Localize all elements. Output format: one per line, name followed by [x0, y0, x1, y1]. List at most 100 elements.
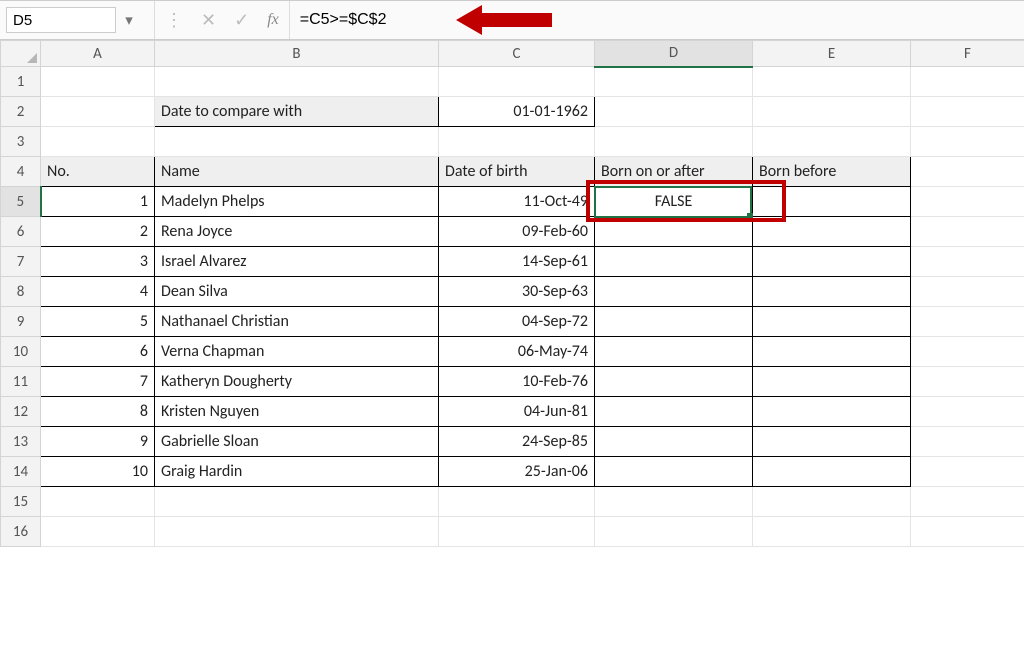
fx-label[interactable]: fx	[259, 1, 290, 39]
cell-A15[interactable]	[41, 487, 155, 517]
cell-E13[interactable]	[753, 427, 911, 457]
cell-B4[interactable]: Name	[155, 157, 439, 187]
cell-E14[interactable]	[753, 457, 911, 487]
cell-C2[interactable]: 01-01-1962	[439, 97, 595, 127]
cell-B15[interactable]	[155, 487, 439, 517]
cell-D5[interactable]: FALSE	[595, 187, 753, 217]
cell-F7[interactable]	[911, 247, 1024, 277]
cell-B5[interactable]: Madelyn Phelps	[155, 187, 439, 217]
cell-F5[interactable]	[911, 187, 1024, 217]
rowhdr-10[interactable]: 10	[1, 337, 41, 367]
cell-B6[interactable]: Rena Joyce	[155, 217, 439, 247]
cell-B8[interactable]: Dean Silva	[155, 277, 439, 307]
rowhdr-3[interactable]: 3	[1, 127, 41, 157]
colhdr-C[interactable]: C	[439, 41, 595, 67]
cell-D16[interactable]	[595, 517, 753, 547]
cell-E6[interactable]	[753, 217, 911, 247]
cell-A7[interactable]: 3	[41, 247, 155, 277]
cell-F12[interactable]	[911, 397, 1024, 427]
cell-F1[interactable]	[911, 67, 1024, 97]
cell-E11[interactable]	[753, 367, 911, 397]
rowhdr-15[interactable]: 15	[1, 487, 41, 517]
cell-E3[interactable]	[753, 127, 911, 157]
cell-D4[interactable]: Born on or after	[595, 157, 753, 187]
cell-C13[interactable]: 24-Sep-85	[439, 427, 595, 457]
cell-B7[interactable]: Israel Alvarez	[155, 247, 439, 277]
cell-E4[interactable]: Born before	[753, 157, 911, 187]
rowhdr-13[interactable]: 13	[1, 427, 41, 457]
cell-E10[interactable]	[753, 337, 911, 367]
cell-B13[interactable]: Gabrielle Sloan	[155, 427, 439, 457]
cell-B9[interactable]: Nathanael Christian	[155, 307, 439, 337]
cell-A3[interactable]	[41, 127, 155, 157]
cell-F14[interactable]	[911, 457, 1024, 487]
cell-E9[interactable]	[753, 307, 911, 337]
rowhdr-4[interactable]: 4	[1, 157, 41, 187]
cell-B3[interactable]	[155, 127, 439, 157]
cell-D10[interactable]	[595, 337, 753, 367]
cell-B14[interactable]: Graig Hardin	[155, 457, 439, 487]
spreadsheet-grid[interactable]: A B C D E F 1 2 Date to compare with 01-…	[0, 40, 1024, 648]
cell-D2[interactable]	[595, 97, 753, 127]
select-all-corner[interactable]	[1, 41, 41, 67]
cell-E7[interactable]	[753, 247, 911, 277]
name-box-dropdown-icon[interactable]: ▾	[120, 11, 138, 29]
colhdr-B[interactable]: B	[155, 41, 439, 67]
colhdr-F[interactable]: F	[911, 41, 1024, 67]
cell-F15[interactable]	[911, 487, 1024, 517]
formula-input[interactable]	[290, 7, 450, 33]
cell-A2[interactable]	[41, 97, 155, 127]
cell-C15[interactable]	[439, 487, 595, 517]
rowhdr-2[interactable]: 2	[1, 97, 41, 127]
cell-B11[interactable]: Katheryn Dougherty	[155, 367, 439, 397]
cell-C9[interactable]: 04-Sep-72	[439, 307, 595, 337]
rowhdr-14[interactable]: 14	[1, 457, 41, 487]
cell-C6[interactable]: 09-Feb-60	[439, 217, 595, 247]
name-box[interactable]	[6, 7, 116, 33]
cell-F9[interactable]	[911, 307, 1024, 337]
cell-A10[interactable]: 6	[41, 337, 155, 367]
cell-E5[interactable]	[753, 187, 911, 217]
rowhdr-11[interactable]: 11	[1, 367, 41, 397]
cell-F4[interactable]	[911, 157, 1024, 187]
cell-A6[interactable]: 2	[41, 217, 155, 247]
cell-C14[interactable]: 25-Jan-06	[439, 457, 595, 487]
cell-C16[interactable]	[439, 517, 595, 547]
cell-C8[interactable]: 30-Sep-63	[439, 277, 595, 307]
cell-F11[interactable]	[911, 367, 1024, 397]
colhdr-A[interactable]: A	[41, 41, 155, 67]
cell-A8[interactable]: 4	[41, 277, 155, 307]
cell-D3[interactable]	[595, 127, 753, 157]
cell-D8[interactable]	[595, 277, 753, 307]
cell-D14[interactable]	[595, 457, 753, 487]
rowhdr-7[interactable]: 7	[1, 247, 41, 277]
colhdr-D[interactable]: D	[595, 41, 753, 67]
rowhdr-1[interactable]: 1	[1, 67, 41, 97]
cell-F8[interactable]	[911, 277, 1024, 307]
cell-D15[interactable]	[595, 487, 753, 517]
cell-D9[interactable]	[595, 307, 753, 337]
cell-C11[interactable]: 10-Feb-76	[439, 367, 595, 397]
cell-A12[interactable]: 8	[41, 397, 155, 427]
cell-C3[interactable]	[439, 127, 595, 157]
cancel-icon[interactable]: ✕	[201, 9, 216, 31]
cell-F3[interactable]	[911, 127, 1024, 157]
cell-C12[interactable]: 04-Jun-81	[439, 397, 595, 427]
cell-D1[interactable]	[595, 67, 753, 97]
cell-D12[interactable]	[595, 397, 753, 427]
cell-F2[interactable]	[911, 97, 1024, 127]
cell-B2[interactable]: Date to compare with	[155, 97, 439, 127]
enter-icon[interactable]: ✓	[234, 9, 249, 31]
cell-F16[interactable]	[911, 517, 1024, 547]
rowhdr-16[interactable]: 16	[1, 517, 41, 547]
rowhdr-5[interactable]: 5	[1, 187, 41, 217]
cell-B16[interactable]	[155, 517, 439, 547]
rowhdr-9[interactable]: 9	[1, 307, 41, 337]
cell-A4[interactable]: No.	[41, 157, 155, 187]
cell-E8[interactable]	[753, 277, 911, 307]
rowhdr-6[interactable]: 6	[1, 217, 41, 247]
cell-F6[interactable]	[911, 217, 1024, 247]
cell-A1[interactable]	[41, 67, 155, 97]
cell-A13[interactable]: 9	[41, 427, 155, 457]
cell-A9[interactable]: 5	[41, 307, 155, 337]
